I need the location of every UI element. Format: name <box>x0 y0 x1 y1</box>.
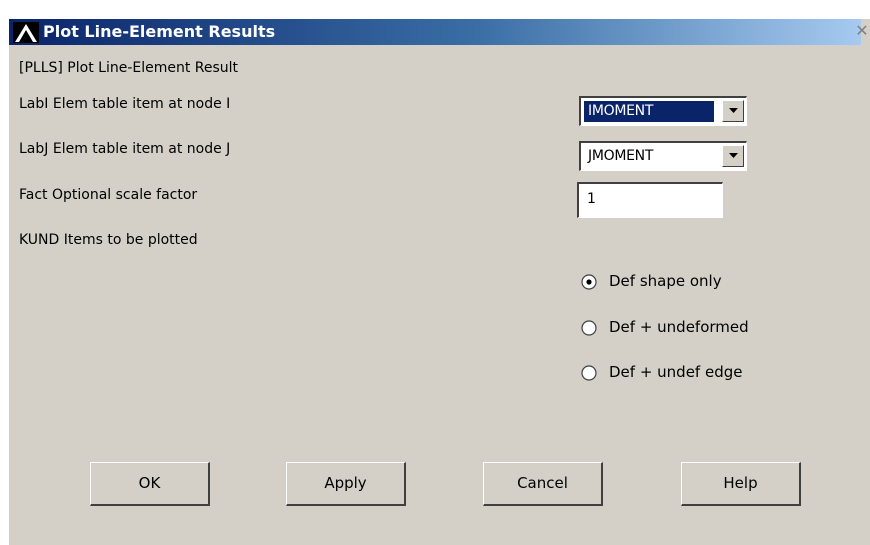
labi-dropdown[interactable]: IMOMENT <box>579 96 747 126</box>
plot-line-element-dialog: Plot Line-Element Results ✕ [PLLS] Plot … <box>8 18 870 545</box>
fact-label: Fact Optional scale factor <box>19 187 198 203</box>
radio-selected-icon <box>581 274 597 290</box>
labj-selected-value: JMOMENT <box>588 148 654 164</box>
labj-dropdown[interactable]: JMOMENT <box>579 141 747 171</box>
radio-unselected-icon <box>581 365 597 381</box>
scale-factor-input[interactable]: 1 <box>577 182 723 218</box>
help-button[interactable]: Help <box>681 462 801 506</box>
labi-selected-value: IMOMENT <box>584 101 714 122</box>
command-header: [PLLS] Plot Line-Element Result <box>19 60 239 76</box>
title-bar[interactable]: Plot Line-Element Results <box>9 19 861 45</box>
radio-unselected-icon <box>581 320 597 336</box>
radio-label: Def shape only <box>609 272 722 290</box>
ok-button[interactable]: OK <box>90 462 210 506</box>
radio-label: Def + undeformed <box>609 318 749 336</box>
kund-label: KUND Items to be plotted <box>19 232 198 248</box>
close-button[interactable]: ✕ <box>853 21 870 41</box>
radio-label: Def + undef edge <box>609 363 743 381</box>
dialog-title: Plot Line-Element Results <box>43 22 276 41</box>
apply-button[interactable]: Apply <box>286 462 406 506</box>
chevron-down-icon[interactable] <box>722 100 744 122</box>
labj-label: LabJ Elem table item at node J <box>19 141 231 157</box>
chevron-down-icon[interactable] <box>722 145 744 167</box>
cancel-button[interactable]: Cancel <box>483 462 603 506</box>
ansys-logo-icon <box>13 22 39 43</box>
labi-label: LabI Elem table item at node I <box>19 96 231 112</box>
